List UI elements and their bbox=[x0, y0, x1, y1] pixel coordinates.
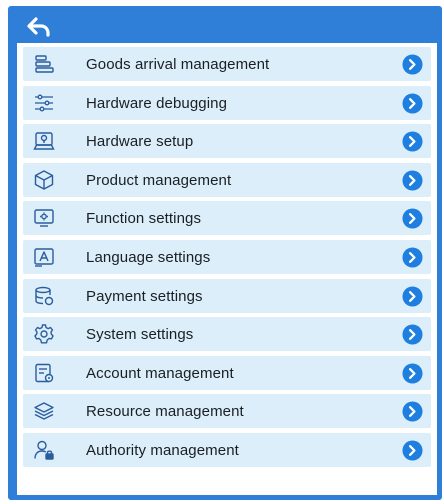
monitor-gear-icon bbox=[33, 207, 55, 229]
layers-icon bbox=[33, 400, 55, 422]
menu-item-label: Hardware setup bbox=[86, 133, 194, 151]
box-icon bbox=[33, 169, 55, 191]
chevron-right-icon[interactable] bbox=[402, 54, 423, 75]
menu-item-account-management[interactable]: Account management bbox=[23, 355, 431, 390]
menu-item-label: Account management bbox=[86, 364, 234, 382]
chevron-right-icon[interactable] bbox=[402, 247, 423, 268]
account-card-icon bbox=[33, 362, 55, 384]
chevron-right-icon[interactable] bbox=[402, 93, 423, 114]
menu-item-label: Authority management bbox=[86, 441, 239, 459]
menu-panel: Goods arrival management Hardware debugg… bbox=[17, 43, 437, 495]
chevron-right-icon[interactable] bbox=[402, 324, 423, 345]
chevron-right-icon[interactable] bbox=[402, 131, 423, 152]
chevron-right-icon[interactable] bbox=[402, 440, 423, 461]
back-button[interactable] bbox=[22, 12, 56, 42]
menu-item-payment-settings[interactable]: Payment settings bbox=[23, 278, 431, 313]
menu-item-label: Product management bbox=[86, 171, 232, 189]
menu-item-authority-management[interactable]: Authority management bbox=[23, 432, 431, 467]
chevron-right-icon[interactable] bbox=[402, 208, 423, 229]
menu-list: Goods arrival management Hardware debugg… bbox=[23, 47, 431, 472]
chevron-right-icon[interactable] bbox=[402, 363, 423, 384]
database-payment-icon bbox=[33, 285, 55, 307]
back-arrow-icon bbox=[27, 17, 50, 37]
settings-window: Goods arrival management Hardware debugg… bbox=[8, 6, 442, 500]
device-setup-icon bbox=[33, 130, 55, 152]
menu-item-label: System settings bbox=[86, 326, 194, 344]
chevron-right-icon[interactable] bbox=[402, 401, 423, 422]
menu-item-label: Language settings bbox=[86, 248, 211, 266]
list-stack-icon bbox=[33, 53, 55, 75]
language-icon bbox=[33, 246, 55, 268]
menu-item-hardware-setup[interactable]: Hardware setup bbox=[23, 124, 431, 159]
menu-item-label: Function settings bbox=[86, 210, 202, 228]
menu-item-system-settings[interactable]: System settings bbox=[23, 317, 431, 352]
menu-item-label: Goods arrival management bbox=[86, 56, 270, 73]
menu-item-label: Payment settings bbox=[86, 287, 203, 305]
menu-item-function-settings[interactable]: Function settings bbox=[23, 201, 431, 236]
menu-item-goods-arrival-management[interactable]: Goods arrival management bbox=[23, 47, 431, 81]
menu-item-resource-management[interactable]: Resource management bbox=[23, 394, 431, 429]
menu-item-label: Resource management bbox=[86, 403, 244, 421]
menu-item-language-settings[interactable]: Language settings bbox=[23, 239, 431, 274]
menu-item-label: Hardware debugging bbox=[86, 94, 228, 112]
gear-icon bbox=[33, 323, 55, 345]
chevron-right-icon[interactable] bbox=[402, 286, 423, 307]
menu-item-hardware-debugging[interactable]: Hardware debugging bbox=[23, 85, 431, 120]
user-lock-icon bbox=[33, 439, 55, 461]
sliders-icon bbox=[33, 92, 55, 114]
menu-item-product-management[interactable]: Product management bbox=[23, 162, 431, 197]
chevron-right-icon[interactable] bbox=[402, 170, 423, 191]
